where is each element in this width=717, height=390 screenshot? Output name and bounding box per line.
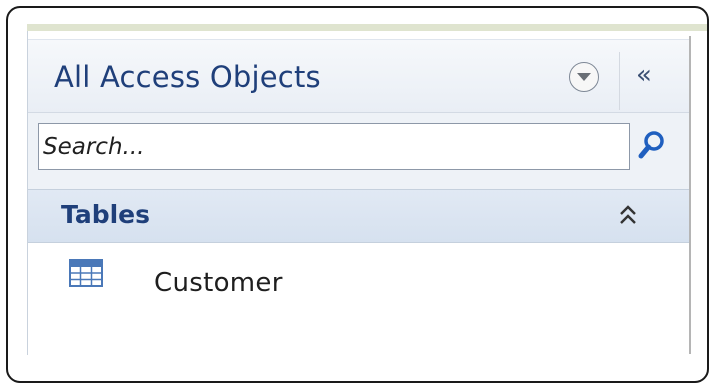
double-chevron-up-icon[interactable] (618, 203, 638, 227)
navpane-header[interactable]: All Access Objects « (28, 39, 689, 113)
ribbon-edge (27, 24, 707, 31)
item-label: Customer (154, 268, 283, 298)
table-icon (69, 259, 103, 287)
navigation-pane: All Access Objects « Tables Customer (27, 31, 689, 355)
shutter-bar-close-button[interactable]: « (636, 60, 652, 90)
group-label: Tables (61, 200, 151, 229)
navpane-title[interactable]: All Access Objects (54, 60, 321, 94)
header-divider (619, 52, 620, 110)
list-item-customer[interactable]: Customer (48, 256, 668, 306)
chevron-down-circle-icon[interactable] (569, 62, 599, 92)
magnifier-icon[interactable] (636, 129, 668, 161)
search-row (28, 112, 689, 189)
group-header-tables[interactable]: Tables (28, 189, 689, 243)
search-field[interactable] (38, 123, 630, 170)
search-input[interactable] (41, 131, 625, 163)
